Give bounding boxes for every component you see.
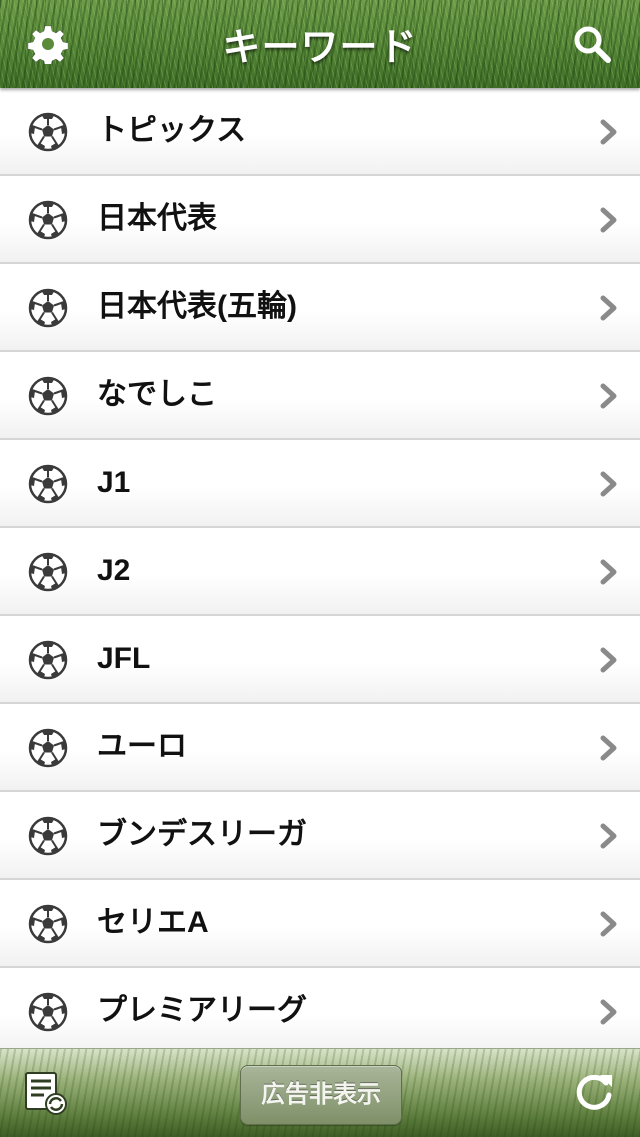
list-item-label: J2 bbox=[97, 554, 131, 587]
list-item[interactable]: なでしこ bbox=[0, 352, 640, 440]
soccer-ball-icon bbox=[28, 816, 68, 856]
soccer-ball-icon bbox=[28, 376, 68, 416]
list-item[interactable]: トピックス bbox=[0, 88, 640, 176]
hide-ads-button[interactable]: 広告非表示 bbox=[240, 1065, 402, 1125]
chevron-right-icon bbox=[598, 911, 620, 937]
list-item-label: J1 bbox=[97, 466, 131, 499]
chevron-right-icon bbox=[598, 559, 620, 585]
chevron-right-icon bbox=[598, 999, 620, 1025]
list-item[interactable]: JFL bbox=[0, 616, 640, 704]
list-item-label: 日本代表(五輪) bbox=[97, 290, 297, 323]
search-icon bbox=[574, 26, 611, 63]
list-item-label: トピックス bbox=[97, 114, 247, 147]
search-button[interactable] bbox=[568, 20, 616, 68]
chevron-right-icon bbox=[598, 119, 620, 145]
list-item-label: JFL bbox=[97, 642, 151, 675]
soccer-ball-icon bbox=[28, 728, 68, 768]
list-item[interactable]: プレミアリーグ bbox=[0, 968, 640, 1048]
soccer-ball-icon bbox=[28, 640, 68, 680]
chevron-right-icon bbox=[598, 383, 620, 409]
list-item-label: ユーロ bbox=[97, 730, 187, 763]
chevron-right-icon bbox=[598, 295, 620, 321]
list-item-label: プレミアリーグ bbox=[97, 994, 307, 1027]
soccer-ball-icon bbox=[28, 112, 68, 152]
refresh-icon bbox=[576, 1074, 612, 1110]
list-item-label: セリエA bbox=[97, 906, 209, 939]
chevron-right-icon bbox=[598, 471, 620, 497]
list-item-label: ブンデスリーガ bbox=[97, 818, 307, 851]
soccer-ball-icon bbox=[28, 200, 68, 240]
page-title: キーワード bbox=[222, 27, 418, 69]
soccer-ball-icon bbox=[28, 464, 68, 504]
soccer-ball-icon bbox=[28, 904, 68, 944]
edit-list-button[interactable] bbox=[22, 1069, 70, 1117]
keyword-list: トピックス日本代表日本代表(五輪) なでしこ J1 J2 JFL ユーロブンデスリーガ セリ… bbox=[0, 88, 640, 1048]
list-item-label: なでしこ bbox=[97, 378, 217, 411]
soccer-ball-icon bbox=[28, 992, 68, 1032]
list-item[interactable]: J2 bbox=[0, 528, 640, 616]
chevron-right-icon bbox=[598, 647, 620, 673]
chevron-right-icon bbox=[598, 823, 620, 849]
chevron-right-icon bbox=[598, 735, 620, 761]
list-item[interactable]: セリエA bbox=[0, 880, 640, 968]
chevron-right-icon bbox=[598, 207, 620, 233]
soccer-ball-icon bbox=[28, 288, 68, 328]
edit-list-icon bbox=[25, 1072, 67, 1115]
list-item[interactable]: ブンデスリーガ bbox=[0, 792, 640, 880]
soccer-ball-icon bbox=[28, 552, 68, 592]
refresh-button[interactable] bbox=[572, 1069, 620, 1117]
list-item-label: 日本代表 bbox=[97, 202, 217, 235]
bottom-toolbar: 広告非表示 bbox=[0, 1048, 640, 1137]
list-item[interactable]: 日本代表(五輪) bbox=[0, 264, 640, 352]
list-item[interactable]: J1 bbox=[0, 440, 640, 528]
header-bar: キーワード bbox=[0, 0, 640, 88]
list-item[interactable]: ユーロ bbox=[0, 704, 640, 792]
list-item[interactable]: 日本代表 bbox=[0, 176, 640, 264]
